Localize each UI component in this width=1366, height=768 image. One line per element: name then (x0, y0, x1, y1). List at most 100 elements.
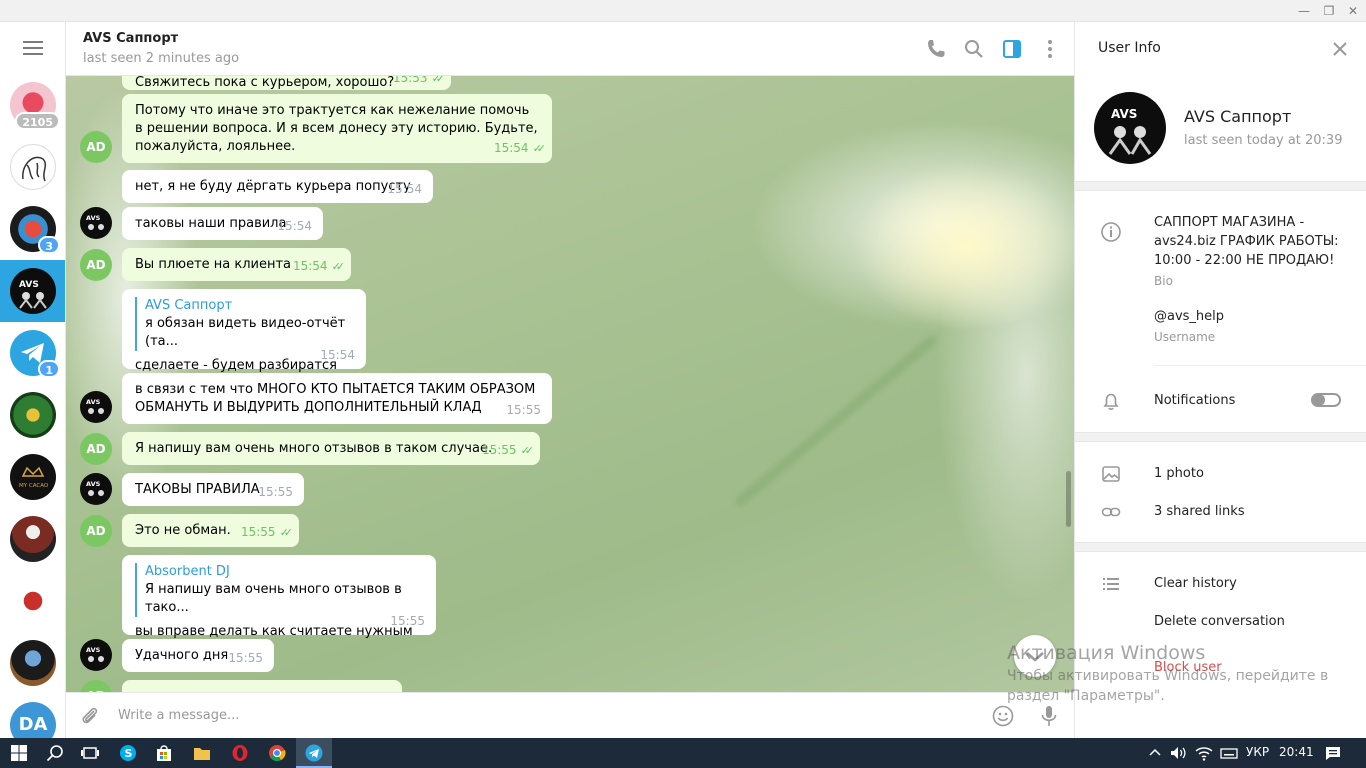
scroll-down-button[interactable] (1014, 635, 1056, 677)
chat-item-10[interactable] (0, 632, 65, 694)
chat-item-my-cacao[interactable]: MY CACAO (0, 446, 65, 508)
read-checks-icon: ✓✓ (520, 444, 535, 457)
microphone-icon[interactable] (1037, 704, 1061, 728)
chrome-icon[interactable] (266, 742, 288, 764)
svg-text:AVS: AVS (86, 398, 101, 406)
message-text: Вы плюете на клиента (135, 257, 292, 272)
notification-center-icon[interactable] (1322, 742, 1344, 764)
search-icon[interactable] (962, 37, 986, 61)
message-time: 15:55 (258, 485, 293, 499)
chevron-up-icon[interactable] (1144, 742, 1166, 764)
phone-icon[interactable] (924, 37, 948, 61)
photo-icon (1102, 466, 1120, 482)
chat-item-3[interactable]: 3 (0, 198, 65, 260)
reply-quote[interactable]: AVS Саппорт я обязан видеть видео-отчёт … (135, 297, 353, 351)
opera-icon[interactable] (229, 742, 251, 764)
message-time: 15:53 (392, 76, 428, 85)
message-input[interactable]: Write a message... (118, 708, 239, 723)
message-text: вы вправе делать как считаете нужным (135, 624, 413, 639)
attach-icon[interactable] (78, 704, 102, 728)
info-icon (1101, 222, 1121, 242)
username-label: Username (1154, 330, 1216, 344)
chevron-down-icon (1026, 652, 1044, 662)
reply-text: Я напишу вам очень много отзывов в тако.… (145, 582, 402, 615)
sender-avatar: AD (80, 249, 112, 281)
chat-item-6[interactable] (0, 384, 65, 446)
message-bubble: нет, я не буду дёргать курьера попусту 1… (122, 170, 433, 203)
user-info-panel: User Info AVS AVS Саппорт last seen toda… (1074, 22, 1366, 738)
chat-item-1[interactable]: 2105 (0, 74, 65, 136)
message-time: 15:55 (506, 403, 541, 417)
svg-text:S: S (125, 747, 133, 760)
minimize-button[interactable]: — (1291, 0, 1317, 22)
search-icon[interactable] (44, 742, 66, 764)
keyboard-icon[interactable] (1218, 742, 1240, 764)
reply-author: Absorbent DJ (145, 564, 230, 579)
message-text: сделаете - будем разбиратся (135, 358, 337, 373)
messages-scrollbar[interactable] (1066, 471, 1071, 527)
message-time: 15:54 (277, 219, 312, 233)
svg-text:MY CACAO: MY CACAO (19, 483, 49, 489)
clear-history-button[interactable]: Clear history (1154, 574, 1237, 593)
clock[interactable]: 20:41 (1279, 745, 1314, 759)
file-explorer-icon[interactable] (191, 742, 213, 764)
windows-start-icon[interactable] (8, 742, 30, 764)
section-divider (1075, 181, 1366, 191)
message-time: 15:54 (320, 348, 355, 362)
reply-quote[interactable]: Absorbent DJ Я напишу вам очень много от… (135, 563, 423, 617)
notifications-toggle[interactable] (1311, 393, 1341, 407)
message-time: 15:55 (228, 651, 263, 665)
username-text[interactable]: @avs_help (1154, 307, 1224, 326)
svg-text:AVS: AVS (1111, 107, 1137, 121)
more-icon[interactable] (1038, 37, 1062, 61)
avatar (10, 578, 56, 624)
task-view-icon[interactable] (79, 742, 101, 764)
sender-avatar: AD (80, 433, 112, 465)
message-text: Я напишу вам очень много отзывов в таком… (135, 441, 493, 456)
shared-photos-item[interactable]: 1 photo (1154, 464, 1204, 483)
chat-item-avs-support[interactable]: AVS (0, 260, 65, 322)
list-icon (1103, 578, 1119, 590)
read-checks-icon: ✓✓ (279, 526, 294, 539)
self-profile[interactable]: DA (0, 694, 65, 738)
profile-name: AVS Саппорт (1184, 107, 1292, 126)
message-bubble: Absorbent DJ Я напишу вам очень много от… (122, 555, 436, 639)
wifi-icon[interactable] (1193, 742, 1215, 764)
skype-icon[interactable]: S (117, 742, 139, 764)
chat-list-sidebar: 2105 3 AVS 1 MY CACAO DA (0, 22, 66, 738)
chat-status: last seen 2 minutes ago (83, 51, 240, 66)
store-icon[interactable] (153, 742, 175, 764)
emoji-icon[interactable] (991, 704, 1015, 728)
chat-item-one-shot[interactable] (0, 508, 65, 570)
shared-links-item[interactable]: 3 shared links (1154, 502, 1245, 521)
window-title-bar: — ❐ ✕ (0, 0, 1366, 22)
input-language[interactable]: УКР (1246, 745, 1269, 759)
panel-title: User Info (1098, 40, 1161, 56)
telegram-taskbar-button[interactable] (296, 738, 332, 768)
message-time: 15:54 (387, 182, 422, 196)
volume-icon[interactable] (1167, 742, 1189, 764)
message-text: ТАКОВЫ ПРАВИЛА (135, 482, 260, 497)
message-bubble: AVS Саппорт я обязан видеть видео-отчёт … (122, 289, 366, 373)
menu-icon[interactable] (23, 41, 43, 55)
message-bubble: Свяжитесь пока с курьером, хорошо? 15:53… (122, 76, 451, 90)
message-time: 15:54 (493, 141, 529, 155)
message-composer: Write a message... (66, 692, 1074, 738)
svg-text:AVS: AVS (19, 280, 39, 290)
restore-button[interactable]: ❐ (1316, 0, 1342, 22)
chat-title[interactable]: AVS Саппорт (83, 31, 178, 46)
messages-area[interactable]: Свяжитесь пока с курьером, хорошо? 15:53… (66, 76, 1074, 692)
svg-text:AVS: AVS (86, 480, 101, 488)
close-window-button[interactable]: ✕ (1340, 0, 1366, 22)
message-bubble: Это не обман. 15:55 ✓✓ (122, 514, 299, 547)
chat-item-telegram[interactable]: 1 (0, 322, 65, 384)
unread-badge: 2105 (15, 112, 60, 130)
info-panel-icon[interactable] (1000, 37, 1024, 61)
chat-item-2[interactable] (0, 136, 65, 198)
chat-item-9[interactable] (0, 570, 65, 632)
profile-avatar[interactable]: AVS (1094, 92, 1166, 164)
delete-conversation-button[interactable]: Delete conversation (1154, 612, 1285, 631)
close-icon[interactable] (1330, 39, 1350, 59)
block-user-button[interactable]: Block user (1154, 658, 1222, 677)
message-text: Это не обман. (135, 523, 231, 538)
